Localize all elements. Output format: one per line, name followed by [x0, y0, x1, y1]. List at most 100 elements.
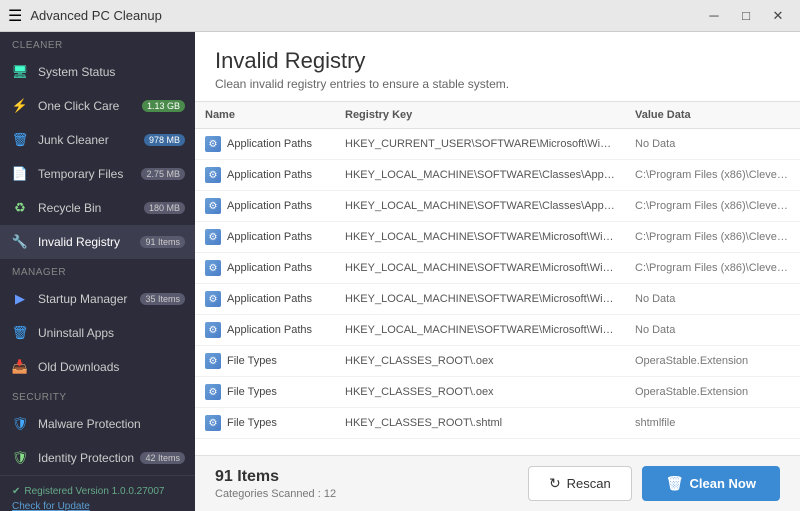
- recycle-bin-badge: 180 MB: [144, 202, 185, 214]
- table-row: File Types HKEY_CLASSES_ROOT\.shtml shtm…: [195, 408, 800, 439]
- cell-name-2: Application Paths: [195, 191, 335, 222]
- sidebar-item-malware-protection[interactable]: 🛡 Malware Protection: [0, 407, 195, 441]
- row-icon-5: [205, 291, 221, 307]
- startup-manager-badge: 35 Items: [140, 293, 185, 305]
- row-icon-8: [205, 384, 221, 400]
- check-icon: ✔: [12, 486, 20, 497]
- cell-name-1: Application Paths: [195, 160, 335, 191]
- content-area: Invalid Registry Clean invalid registry …: [195, 32, 800, 511]
- cell-name-5: Application Paths: [195, 284, 335, 315]
- cell-value-6: No Data: [625, 315, 800, 346]
- cell-name-3: Application Paths: [195, 222, 335, 253]
- footer-buttons: ↻ Rescan 🗑 Clean Now: [528, 466, 780, 501]
- sidebar-item-identity-protection[interactable]: 🛡 Identity Protection 42 Items: [0, 441, 195, 475]
- cleaner-section-label: Cleaner: [0, 32, 195, 55]
- temp-files-badge: 2.75 MB: [141, 168, 185, 180]
- table-row: Application Paths HKEY_LOCAL_MACHINE\SOF…: [195, 284, 800, 315]
- junk-cleaner-icon: 🗑: [10, 130, 30, 150]
- cell-value-4: C:\Program Files (x86)\CleverFiles\...: [625, 253, 800, 284]
- temp-files-icon: 📄: [10, 164, 30, 184]
- identity-protection-icon: 🛡: [10, 448, 30, 468]
- name-text-3: Application Paths: [227, 231, 312, 243]
- cell-name-9: File Types: [195, 408, 335, 439]
- junk-cleaner-badge: 978 MB: [144, 134, 185, 146]
- cell-key-9: HKEY_CLASSES_ROOT\.shtml: [335, 408, 625, 439]
- identity-protection-label: Identity Protection: [38, 451, 140, 465]
- identity-protection-badge: 42 Items: [140, 452, 185, 464]
- security-section-label: Security: [0, 384, 195, 407]
- cell-key-0: HKEY_CURRENT_USER\SOFTWARE\Microsoft\Win…: [335, 129, 625, 160]
- sidebar-item-junk-cleaner[interactable]: 🗑 Junk Cleaner 978 MB: [0, 123, 195, 157]
- col-header-key: Registry Key: [335, 102, 625, 129]
- one-click-badge: 1.13 GB: [142, 100, 185, 112]
- page-subtitle: Clean invalid registry entries to ensure…: [215, 77, 780, 91]
- col-header-name: Name: [195, 102, 335, 129]
- sidebar-item-old-downloads[interactable]: 📥 Old Downloads: [0, 350, 195, 384]
- table-row: Application Paths HKEY_LOCAL_MACHINE\SOF…: [195, 222, 800, 253]
- cell-name-7: File Types: [195, 346, 335, 377]
- startup-manager-icon: ▶: [10, 289, 30, 309]
- table-row: Application Paths HKEY_LOCAL_MACHINE\SOF…: [195, 253, 800, 284]
- system-status-label: System Status: [38, 65, 185, 79]
- cell-value-7: OperaStable.Extension: [625, 346, 800, 377]
- cell-value-2: C:\Program Files (x86)\CleverFile...: [625, 191, 800, 222]
- cell-key-2: HKEY_LOCAL_MACHINE\SOFTWARE\Classes\Appl…: [335, 191, 625, 222]
- table-row: Application Paths HKEY_LOCAL_MACHINE\SOF…: [195, 191, 800, 222]
- uninstall-apps-icon: 🗑: [10, 323, 30, 343]
- app-title: Advanced PC Cleanup: [30, 8, 162, 23]
- cell-name-4: Application Paths: [195, 253, 335, 284]
- categories-scanned: Categories Scanned : 12: [215, 488, 336, 500]
- close-button[interactable]: ✕: [764, 5, 792, 27]
- name-text-2: Application Paths: [227, 200, 312, 212]
- one-click-icon: ⚡: [10, 96, 30, 116]
- registry-table-container[interactable]: Name Registry Key Value Data Application…: [195, 102, 800, 455]
- junk-cleaner-label: Junk Cleaner: [38, 133, 144, 147]
- malware-protection-label: Malware Protection: [38, 417, 185, 431]
- name-text-6: Application Paths: [227, 324, 312, 336]
- sidebar-item-invalid-registry[interactable]: 🔧 Invalid Registry 91 Items: [0, 225, 195, 259]
- table-row: Application Paths HKEY_LOCAL_MACHINE\SOF…: [195, 160, 800, 191]
- row-icon-3: [205, 229, 221, 245]
- menu-icon[interactable]: ☰: [8, 6, 22, 26]
- sidebar-item-recycle-bin[interactable]: ♻ Recycle Bin 180 MB: [0, 191, 195, 225]
- manager-section-label: Manager: [0, 259, 195, 282]
- sidebar-item-uninstall-apps[interactable]: 🗑 Uninstall Apps: [0, 316, 195, 350]
- minimize-button[interactable]: ─: [700, 5, 728, 27]
- sidebar-item-startup-manager[interactable]: ▶ Startup Manager 35 Items: [0, 282, 195, 316]
- system-status-icon: 🖥: [10, 62, 30, 82]
- name-text-4: Application Paths: [227, 262, 312, 274]
- name-text-7: File Types: [227, 355, 277, 367]
- rescan-button[interactable]: ↻ Rescan: [528, 466, 632, 501]
- check-update-link[interactable]: Check for Update: [12, 501, 90, 511]
- rescan-icon: ↻: [549, 475, 561, 492]
- cell-value-0: No Data: [625, 129, 800, 160]
- titlebar: ☰ Advanced PC Cleanup ─ □ ✕: [0, 0, 800, 32]
- name-text-9: File Types: [227, 417, 277, 429]
- malware-protection-icon: 🛡: [10, 414, 30, 434]
- recycle-bin-icon: ♻: [10, 198, 30, 218]
- name-text-5: Application Paths: [227, 293, 312, 305]
- cell-value-5: No Data: [625, 284, 800, 315]
- clean-label: Clean Now: [690, 476, 756, 491]
- sidebar-item-system-status[interactable]: 🖥 System Status: [0, 55, 195, 89]
- row-icon-9: [205, 415, 221, 431]
- clean-now-button[interactable]: 🗑 Clean Now: [642, 466, 780, 501]
- temp-files-label: Temporary Files: [38, 167, 141, 181]
- row-icon-1: [205, 167, 221, 183]
- table-header-row: Name Registry Key Value Data: [195, 102, 800, 129]
- cell-key-8: HKEY_CLASSES_ROOT\.oex: [335, 377, 625, 408]
- name-text-1: Application Paths: [227, 169, 312, 181]
- cell-value-1: C:\Program Files (x86)\CleverFile...: [625, 160, 800, 191]
- row-icon-0: [205, 136, 221, 152]
- cell-key-7: HKEY_CLASSES_ROOT\.oex: [335, 346, 625, 377]
- item-count: 91 Items: [215, 468, 336, 486]
- uninstall-apps-label: Uninstall Apps: [38, 326, 185, 340]
- sidebar-item-one-click-care[interactable]: ⚡ One Click Care 1.13 GB: [0, 89, 195, 123]
- invalid-registry-label: Invalid Registry: [38, 235, 140, 249]
- sidebar-item-temporary-files[interactable]: 📄 Temporary Files 2.75 MB: [0, 157, 195, 191]
- maximize-button[interactable]: □: [732, 5, 760, 27]
- sidebar-footer: ✔ Registered Version 1.0.0.27007 Check f…: [0, 475, 195, 511]
- row-icon-2: [205, 198, 221, 214]
- old-downloads-icon: 📥: [10, 357, 30, 377]
- invalid-registry-icon: 🔧: [10, 232, 30, 252]
